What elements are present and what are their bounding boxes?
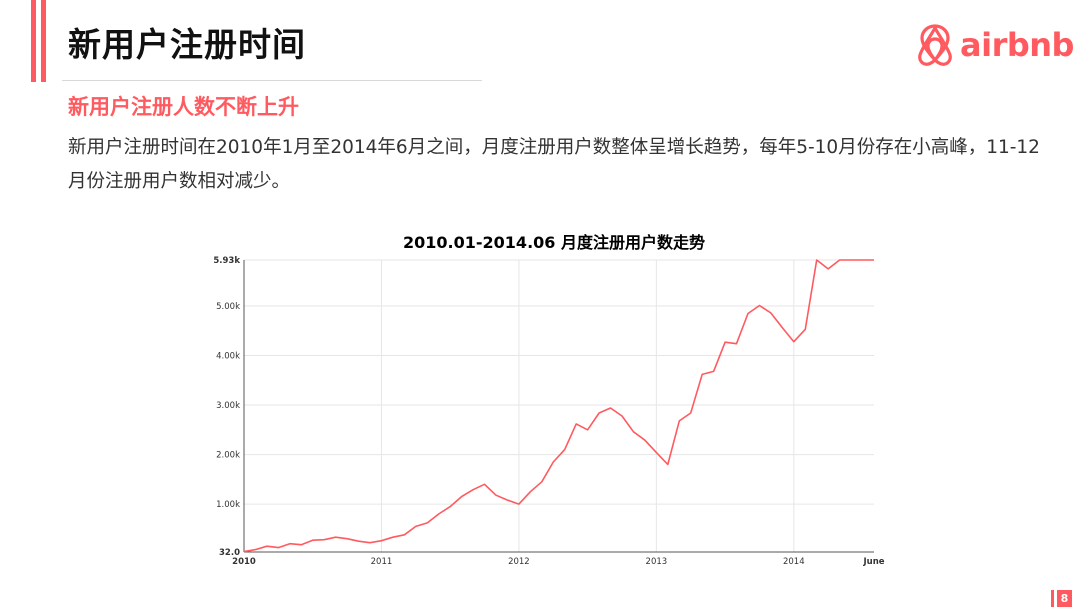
x-tick-label: 2013 bbox=[646, 557, 668, 567]
page-number-accent bbox=[1051, 590, 1054, 607]
y-tick-label: 3.00k bbox=[216, 401, 240, 411]
y-tick-label: 4.00k bbox=[216, 352, 240, 362]
x-tick-label: June bbox=[862, 557, 884, 567]
y-tick-label: 1.00k bbox=[216, 500, 240, 510]
x-tick-label: 2010 bbox=[232, 557, 256, 567]
x-tick-label: 2011 bbox=[371, 557, 393, 567]
page-number: 8 bbox=[1057, 590, 1072, 607]
series-line bbox=[243, 259, 874, 553]
line-chart: 32.01.00k2.00k3.00k4.00k5.00k5.93k2010 20… bbox=[213, 256, 884, 567]
x-tick-label: 2012 bbox=[508, 557, 530, 567]
y-tick-label: 5.00k bbox=[216, 302, 240, 312]
x-tick-label: 2014 bbox=[783, 557, 805, 567]
y-tick-label: 5.93k bbox=[213, 256, 240, 266]
y-tick-label: 2.00k bbox=[216, 451, 240, 461]
